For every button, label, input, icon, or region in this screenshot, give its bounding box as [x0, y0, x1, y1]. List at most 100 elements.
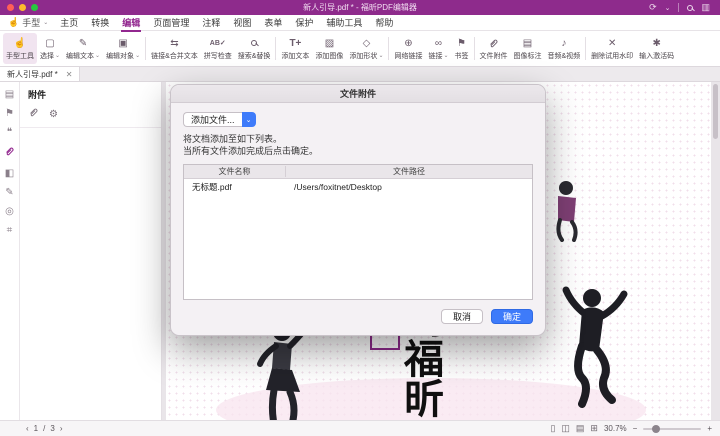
divider: [678, 3, 679, 12]
navigation-pane-strip: ▤ ⚑ ❝ ◧ ✎ ◎ ⌗: [0, 82, 20, 420]
edit-object-button[interactable]: ▣ 编辑对象⌄: [103, 33, 143, 64]
fit-page-icon[interactable]: ⊞: [590, 423, 598, 434]
menu-form[interactable]: 表单: [263, 14, 283, 31]
add-image-icon: ▨: [325, 37, 334, 50]
dialog-body: 添加文件... ⌄ 将文档添加至如下列表。 当所有文件添加完成后点击确定。 文件…: [171, 103, 545, 300]
layers-icon[interactable]: ◧: [5, 168, 14, 179]
spell-check-button[interactable]: AB✓ 拼写检查: [201, 33, 235, 64]
remove-trial-watermark-button[interactable]: ✕ 删除试用水印: [588, 33, 636, 64]
add-image-button[interactable]: ▨ 添加图像: [312, 33, 346, 64]
menu-edit[interactable]: 编辑: [121, 14, 141, 31]
zoom-out-icon[interactable]: −: [633, 424, 638, 433]
attachment-settings-icon[interactable]: ⚙: [49, 109, 58, 120]
link-button[interactable]: ∞ 链接⌄: [425, 33, 451, 64]
hand-mode-label: 手型: [22, 16, 40, 29]
chevron-down-icon[interactable]: ⌄: [665, 4, 671, 12]
enter-activation-code-button[interactable]: ✱ 输入激活码: [636, 33, 677, 64]
menu-page-management[interactable]: 页面管理: [152, 14, 190, 31]
comments-icon[interactable]: ❝: [7, 127, 12, 138]
link-join-text-button[interactable]: ⇆ 链接&合并文本: [148, 33, 201, 64]
toolbar: ☝ 手型工具 ▢ 选择⌄ ✎ 编辑文本⌄ ▣ 编辑对象⌄ ⇆ 链接&合并文本 A…: [0, 31, 720, 67]
bookmark-icon: ⚑: [457, 37, 466, 50]
table-row[interactable]: 无标题.pdf /Users/foxitnet/Desktop: [184, 179, 532, 195]
menu-view[interactable]: 视图: [232, 14, 252, 31]
file-attachment-dialog: 文件附件 添加文件... ⌄ 将文档添加至如下列表。 当所有文件添加完成后点击确…: [170, 84, 546, 336]
menu-help[interactable]: 帮助: [374, 14, 394, 31]
illustration-person-right: [552, 282, 637, 420]
select-tool-button[interactable]: ▢ 选择⌄: [37, 33, 63, 64]
zoom-window-button[interactable]: [31, 4, 38, 11]
scrollbar-thumb[interactable]: [713, 84, 718, 139]
sync-icon[interactable]: ⟳: [649, 2, 657, 13]
chevron-down-icon: ⌄: [55, 52, 60, 59]
link-join-icon: ⇆: [170, 37, 178, 50]
search-replace-button[interactable]: 搜索&替换: [235, 33, 274, 64]
fields-icon[interactable]: ⌗: [7, 225, 13, 236]
menu-protect[interactable]: 保护: [294, 14, 314, 31]
titlebar-actions: ⟳ ⌄ ▥: [649, 2, 720, 13]
single-page-icon[interactable]: ▯: [550, 423, 555, 434]
app-window: 新人引导.pdf * - 福昕PDF编辑器 ⟳ ⌄ ▥ ☝ 手型 ⌄ 主页 转换…: [0, 0, 720, 436]
image-annotation-button[interactable]: ▤ 图像标注: [511, 33, 545, 64]
file-attachment-button[interactable]: 文件附件: [477, 33, 511, 64]
current-page[interactable]: 1: [34, 424, 38, 433]
layout-icon[interactable]: ▥: [701, 2, 710, 13]
chevron-down-icon: ⌄: [43, 19, 48, 26]
bookmark-button[interactable]: ⚑ 书签: [452, 33, 472, 64]
instruction-text-2: 当所有文件添加完成后点击确定。: [183, 146, 533, 157]
file-path-cell: /Users/foxitnet/Desktop: [286, 182, 532, 192]
edit-text-icon: ✎: [79, 37, 87, 50]
instruction-text-1: 将文档添加至如下列表。: [183, 134, 533, 145]
signature-icon[interactable]: ✎: [5, 187, 13, 198]
destinations-icon[interactable]: ◎: [5, 206, 14, 217]
close-window-button[interactable]: [7, 4, 14, 11]
minimize-window-button[interactable]: [19, 4, 26, 11]
attachment-file-table: 文件名称 文件路径 无标题.pdf /Users/foxitnet/Deskto…: [183, 164, 533, 300]
add-shapes-button[interactable]: ◇ 添加形状⌄: [346, 33, 386, 64]
zoom-slider[interactable]: [643, 428, 701, 430]
continuous-scroll-icon[interactable]: ▤: [576, 423, 585, 434]
attachments-icon[interactable]: [4, 146, 15, 160]
column-file-name: 文件名称: [184, 166, 286, 177]
search-icon[interactable]: [687, 5, 693, 11]
facing-pages-icon[interactable]: ◫: [561, 423, 570, 434]
open-attachment-icon[interactable]: [28, 107, 39, 121]
next-page-icon[interactable]: ›: [60, 424, 63, 433]
menu-home[interactable]: 主页: [59, 14, 79, 31]
panel-header: 附件: [20, 82, 161, 104]
titlebar: 新人引导.pdf * - 福昕PDF编辑器 ⟳ ⌄ ▥: [0, 0, 720, 15]
zoom-in-icon[interactable]: +: [707, 424, 712, 433]
hand-icon: ☝: [14, 37, 26, 50]
add-file-label[interactable]: 添加文件...: [183, 112, 242, 127]
remove-watermark-icon: ✕: [608, 37, 616, 50]
hand-icon: ☝: [8, 17, 19, 28]
add-file-button[interactable]: 添加文件... ⌄: [183, 112, 256, 127]
document-tab[interactable]: 新人引导.pdf * ✕: [0, 67, 80, 81]
menu-accessibility[interactable]: 辅助工具: [325, 14, 363, 31]
close-icon[interactable]: ✕: [66, 70, 73, 79]
chevron-down-icon[interactable]: ⌄: [242, 112, 256, 127]
link-icon: ∞: [435, 37, 442, 50]
vertical-scrollbar[interactable]: [713, 84, 719, 418]
menu-comment[interactable]: 注释: [201, 14, 221, 31]
chevron-down-icon: ⌄: [135, 52, 140, 59]
page-divider: /: [43, 424, 45, 433]
cancel-button[interactable]: 取消: [441, 309, 483, 324]
attachments-panel: 附件 ⚙: [20, 82, 162, 420]
menu-convert[interactable]: 转换: [90, 14, 110, 31]
view-mode-buttons: ▯ ◫ ▤ ⊞: [550, 423, 598, 434]
ok-button[interactable]: 确定: [491, 309, 533, 324]
audio-video-button[interactable]: ♪ 音频&视频: [545, 33, 584, 64]
dialog-title: 文件附件: [340, 87, 376, 100]
dialog-titlebar[interactable]: 文件附件: [171, 85, 545, 103]
page-thumbnails-icon[interactable]: ▤: [5, 89, 14, 100]
web-link-button[interactable]: ⊕ 网络链接: [391, 33, 425, 64]
zoom-value[interactable]: 30.7%: [604, 424, 627, 433]
hand-mode-selector[interactable]: ☝ 手型 ⌄: [8, 16, 48, 29]
add-text-button[interactable]: T+ 添加文本: [278, 33, 312, 64]
edit-text-button[interactable]: ✎ 编辑文本⌄: [63, 33, 103, 64]
zoom-slider-thumb[interactable]: [652, 425, 660, 433]
bookmarks-icon[interactable]: ⚑: [5, 108, 14, 119]
hand-tool-button[interactable]: ☝ 手型工具: [3, 33, 37, 64]
previous-page-icon[interactable]: ‹: [26, 424, 29, 433]
